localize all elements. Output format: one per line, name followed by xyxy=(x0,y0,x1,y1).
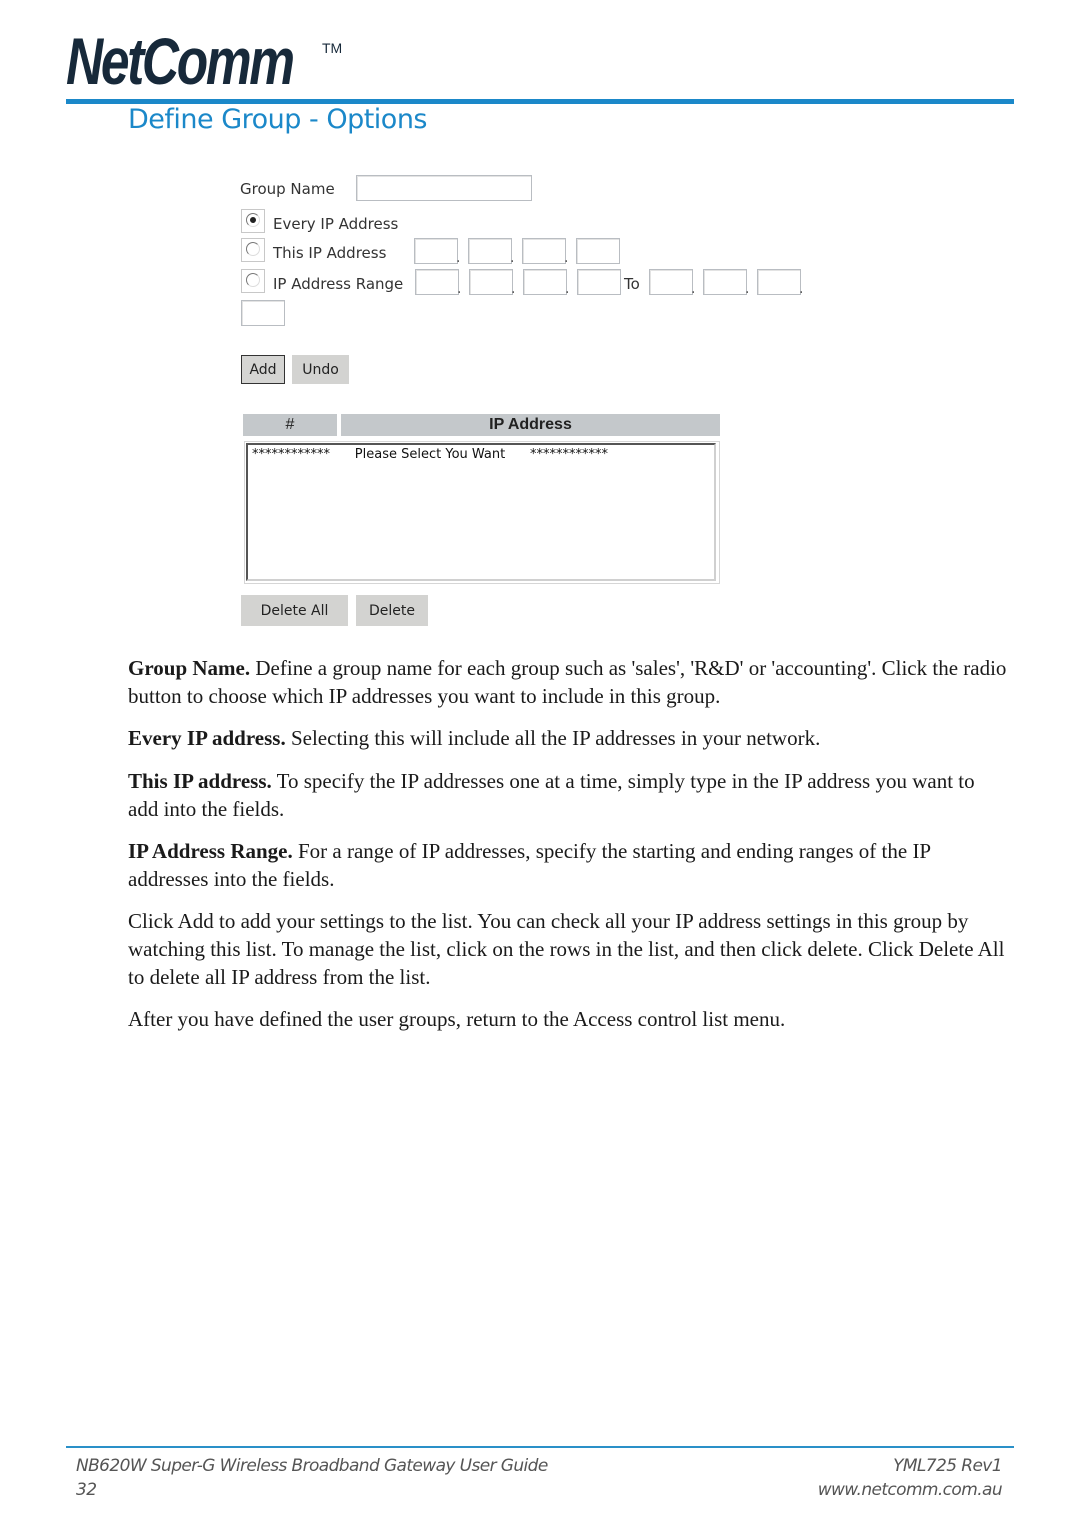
range-end-octet-4[interactable] xyxy=(241,300,285,326)
term: This IP address. xyxy=(128,769,272,793)
range-start-octet-1[interactable] xyxy=(415,269,459,295)
definition: Selecting this will include all the IP a… xyxy=(285,726,821,750)
range-start-octet-3[interactable] xyxy=(523,269,567,295)
netcomm-logo: NetComm xyxy=(66,24,295,98)
range-to-label: To xyxy=(624,275,640,293)
add-button[interactable]: Add xyxy=(241,355,285,384)
undo-button[interactable]: Undo xyxy=(292,355,349,384)
delete-button[interactable]: Delete xyxy=(356,595,428,626)
this-ip-octet-4[interactable] xyxy=(576,238,620,264)
radio-unselected-icon xyxy=(246,273,260,287)
radio-selected-icon xyxy=(246,213,260,227)
ip-range-radio[interactable] xyxy=(241,269,265,293)
term: Group Name. xyxy=(128,656,251,680)
delete-all-button[interactable]: Delete All xyxy=(241,595,348,626)
paragraph-text: Click Add to add your settings to the li… xyxy=(128,909,1005,989)
description-every-ip: Every IP address. Selecting this will in… xyxy=(128,724,1008,752)
trademark-symbol: TM xyxy=(322,40,343,56)
description-add-instructions: Click Add to add your settings to the li… xyxy=(128,907,1008,991)
separator: . xyxy=(799,281,804,297)
term: IP Address Range. xyxy=(128,839,293,863)
separator: . xyxy=(511,281,516,297)
definition: Define a group name for each group such … xyxy=(128,656,1007,708)
separator: . xyxy=(564,250,569,266)
radio-unselected-icon xyxy=(246,242,260,256)
group-name-input[interactable] xyxy=(356,175,532,201)
footer-divider xyxy=(66,1446,1014,1448)
group-name-label: Group Name xyxy=(240,180,335,198)
column-header-ip-address: IP Address xyxy=(341,414,720,436)
separator: . xyxy=(510,250,515,266)
paragraph-text: After you have defined the user groups, … xyxy=(128,1007,786,1031)
footer-guide-title: NB620W Super-G Wireless Broadband Gatewa… xyxy=(76,1456,548,1476)
every-ip-radio[interactable] xyxy=(241,209,265,233)
this-ip-radio[interactable] xyxy=(241,238,265,262)
this-ip-octet-2[interactable] xyxy=(468,238,512,264)
separator: . xyxy=(565,281,570,297)
footer-page-number: 32 xyxy=(76,1480,97,1500)
description-group-name: Group Name. Define a group name for each… xyxy=(128,654,1008,710)
range-start-octet-2[interactable] xyxy=(469,269,513,295)
range-start-octet-4[interactable] xyxy=(577,269,621,295)
this-ip-octet-3[interactable] xyxy=(522,238,566,264)
list-item[interactable]: ************ Please Select You Want ****… xyxy=(252,447,712,462)
ip-address-list[interactable]: ************ Please Select You Want ****… xyxy=(246,443,716,581)
separator: . xyxy=(745,281,750,297)
page-title: Define Group - Options xyxy=(128,104,428,135)
this-ip-octet-1[interactable] xyxy=(414,238,458,264)
ip-range-label: IP Address Range xyxy=(273,275,404,293)
column-header-number: # xyxy=(243,414,337,436)
footer-website[interactable]: www.netcomm.com.au xyxy=(818,1480,1003,1500)
separator: . xyxy=(456,250,461,266)
description-this-ip: This IP address. To specify the IP addre… xyxy=(128,767,1008,823)
description-ip-range: IP Address Range. For a range of IP addr… xyxy=(128,837,1008,893)
footer-doc-code: YML725 Rev1 xyxy=(893,1456,1003,1476)
separator: . xyxy=(691,281,696,297)
description-return-note: After you have defined the user groups, … xyxy=(128,1005,1008,1033)
every-ip-label: Every IP Address xyxy=(273,215,399,233)
range-end-octet-2[interactable] xyxy=(703,269,747,295)
range-end-octet-1[interactable] xyxy=(649,269,693,295)
this-ip-label: This IP Address xyxy=(273,244,387,262)
separator: . xyxy=(457,281,462,297)
term: Every IP address. xyxy=(128,726,286,750)
range-end-octet-3[interactable] xyxy=(757,269,801,295)
